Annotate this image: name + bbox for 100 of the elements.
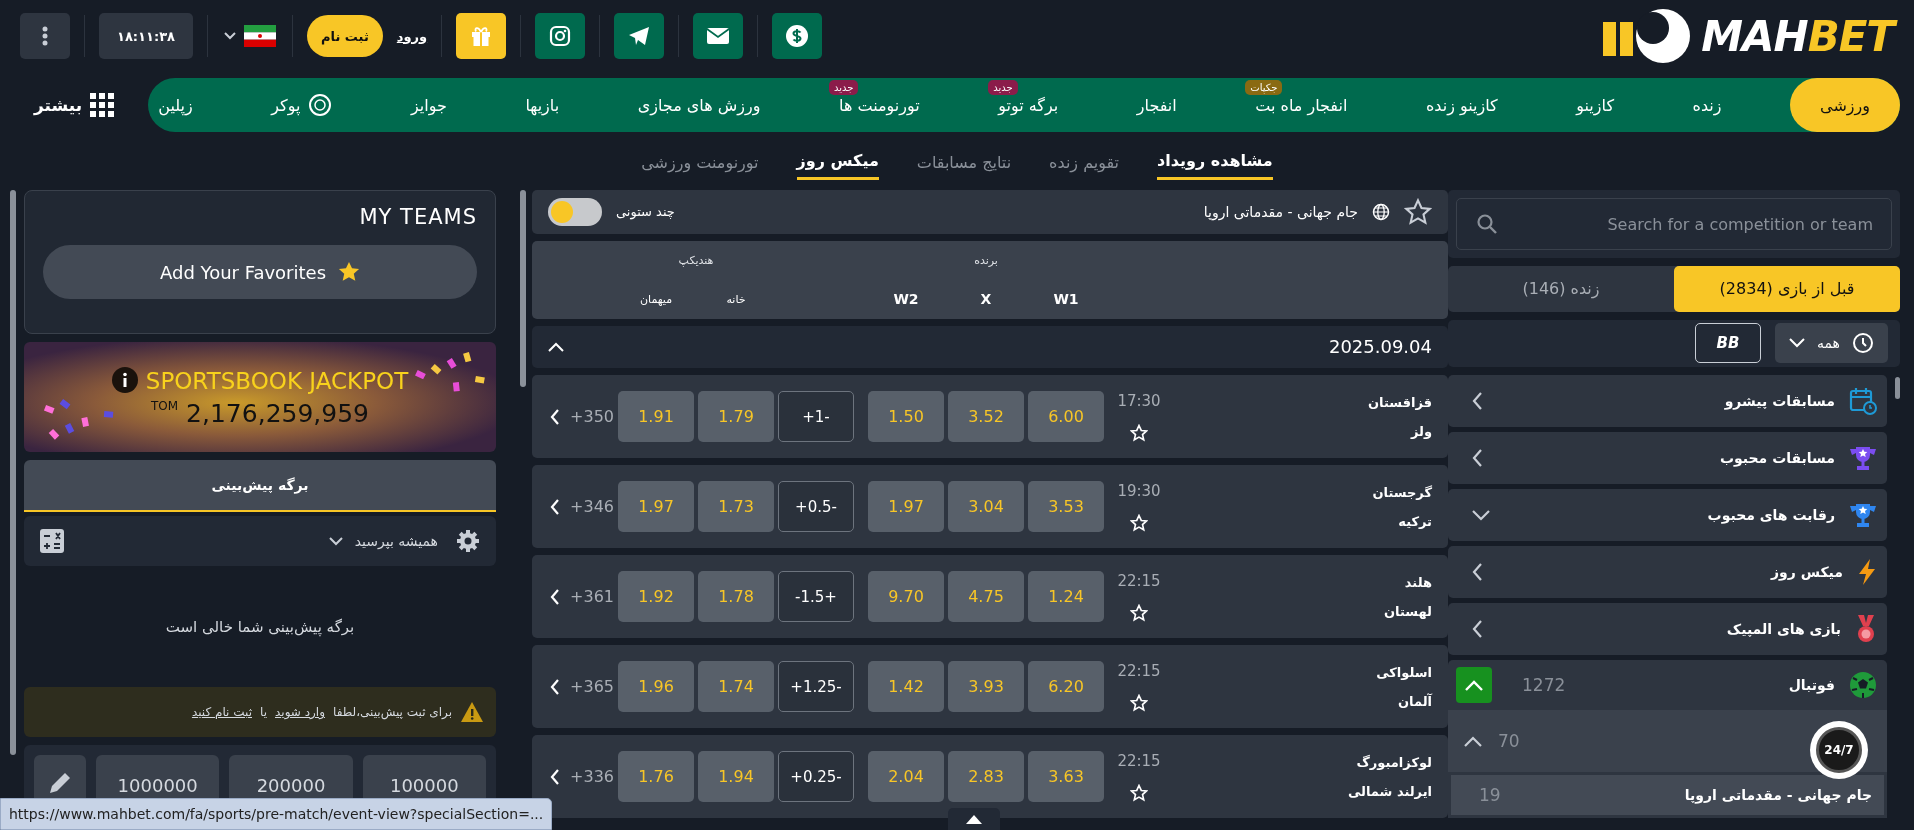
scrollbar-thumb[interactable] — [1895, 377, 1900, 399]
menu-button[interactable] — [20, 13, 70, 59]
clock-icon — [1852, 332, 1874, 355]
odds-button[interactable]: 4.75 — [948, 571, 1024, 622]
nav-badge: جدید — [829, 80, 859, 95]
nav-tab[interactable]: کازینو زنده — [1415, 78, 1508, 132]
register-button[interactable]: ثبت نام — [307, 15, 383, 57]
odds-button[interactable]: 1.97 — [868, 481, 944, 532]
handicap-value[interactable]: -1.25+ — [778, 661, 854, 712]
language-dropdown[interactable] — [222, 23, 278, 49]
sub-tab[interactable]: میکس روز — [796, 144, 879, 180]
instagram-button[interactable] — [535, 13, 586, 59]
chevron-left-icon — [550, 588, 561, 605]
category-item[interactable]: میکس روز — [1448, 546, 1887, 598]
sub-tab[interactable]: نتایج مسابقات — [916, 144, 1012, 180]
nav-tab[interactable]: زپلین — [148, 78, 203, 132]
sub-tab[interactable]: مشاهده رویداد — [1157, 144, 1273, 180]
odds-setting-dropdown[interactable]: همیشه بپرسید — [322, 532, 444, 550]
chevron-up-icon[interactable] — [548, 341, 564, 352]
nav-tab[interactable]: ورزش های مجازی — [627, 78, 771, 132]
odds-button[interactable]: 2.04 — [868, 751, 944, 802]
nav-tab[interactable]: جدید تورنومنت ها — [829, 78, 930, 132]
nav-tab[interactable]: جدید برگه توتو — [988, 78, 1069, 132]
odds-button[interactable]: 1.91 — [618, 391, 694, 442]
sub-tab[interactable]: تقویم زنده — [1049, 144, 1120, 180]
grid-icon — [90, 93, 115, 117]
telegram-button[interactable] — [614, 13, 665, 59]
odds-button[interactable]: 3.53 — [1028, 481, 1104, 532]
nav-tab[interactable]: بازیها — [515, 78, 570, 132]
odds-button[interactable]: 1.50 — [868, 391, 944, 442]
add-favorites-button[interactable]: Add Your Favorites — [43, 245, 477, 299]
calculator-icon[interactable] — [40, 529, 64, 553]
nav-tab[interactable]: زنده — [1682, 78, 1732, 132]
multi-column-toggle[interactable] — [548, 197, 602, 226]
login-link[interactable]: وارد شوید — [275, 705, 325, 719]
odds-button[interactable]: 6.20 — [1028, 661, 1104, 712]
team-name: هلند — [1403, 574, 1432, 590]
mode-tab[interactable]: زنده (146) — [1448, 266, 1674, 312]
odds-button[interactable]: 1.79 — [698, 391, 774, 442]
odds-button[interactable]: 2.83 — [948, 751, 1024, 802]
category-item[interactable]: رقابت های محبوب — [1448, 489, 1887, 541]
odds-button[interactable]: 1.96 — [618, 661, 694, 712]
scrollbar-thumb[interactable] — [10, 190, 16, 755]
odds-button[interactable]: 1.74 — [698, 661, 774, 712]
gift-button[interactable] — [456, 13, 507, 59]
odds-button[interactable]: 6.00 — [1028, 391, 1104, 442]
login-link[interactable]: ورود — [396, 28, 428, 44]
betslip-tab[interactable]: برگه پیش‌بینی — [24, 460, 496, 512]
odds-button[interactable]: 3.52 — [948, 391, 1024, 442]
period-dropdown[interactable]: همه — [1775, 323, 1888, 364]
team-name: لهستان — [1383, 603, 1432, 619]
scrollbar-thumb[interactable] — [520, 190, 526, 387]
category-item[interactable]: بازی های المپیک — [1448, 603, 1887, 655]
odds-button[interactable]: 1.78 — [698, 571, 774, 622]
expand-button[interactable] — [1456, 667, 1492, 703]
nav-tab[interactable]: انفجار — [1126, 78, 1187, 132]
handicap-value[interactable]: -1+ — [778, 391, 854, 442]
nav-tab[interactable]: جوایز — [400, 78, 457, 132]
odds-button[interactable]: 1.92 — [618, 571, 694, 622]
handicap-value[interactable]: -0.25+ — [778, 751, 854, 802]
category-item[interactable]: مسابقات محبوب — [1448, 432, 1887, 484]
register-link[interactable]: ثبت نام کنید — [191, 705, 252, 719]
mail-button[interactable] — [693, 13, 744, 59]
more-markets-link[interactable]: 336+ — [542, 767, 614, 786]
handicap-value[interactable]: +1.5- — [778, 571, 854, 622]
match-time: 22:15 — [1117, 661, 1161, 680]
more-markets-link[interactable]: 346+ — [542, 497, 614, 516]
team-name: ترکیه — [1397, 513, 1432, 529]
nav-tab[interactable]: کازینو — [1566, 78, 1624, 132]
more-markets-link[interactable]: 365+ — [542, 677, 614, 696]
odds-button[interactable]: 1.94 — [698, 751, 774, 802]
odds-button[interactable]: 9.70 — [868, 571, 944, 622]
odds-button[interactable]: 3.04 — [948, 481, 1024, 532]
scroll-up-button[interactable] — [948, 808, 1000, 830]
chevron-left-icon — [1472, 392, 1483, 410]
odds-button[interactable]: 1.76 — [618, 751, 694, 802]
clock-button[interactable]: ۱۸:۱۱:۳۸ — [99, 13, 193, 59]
more-link[interactable]: بیشتر — [34, 93, 115, 117]
more-markets-link[interactable]: 350+ — [542, 407, 614, 426]
nav-tab[interactable]: جکپات انفجار ماه بت — [1245, 78, 1358, 132]
mode-tab[interactable]: قبل از بازی (2834) — [1674, 266, 1900, 312]
payment-button[interactable] — [772, 13, 823, 59]
odds-button[interactable]: 1.73 — [698, 481, 774, 532]
odds-button[interactable]: 1.97 — [618, 481, 694, 532]
search-field[interactable]: Search for a competition or team — [1456, 198, 1892, 250]
odds-button[interactable]: 3.63 — [1028, 751, 1104, 802]
bet-builder-button[interactable]: BB — [1695, 323, 1761, 364]
mail-icon — [706, 27, 731, 45]
odds-button[interactable]: 1.42 — [868, 661, 944, 712]
more-markets-link[interactable]: 361+ — [542, 587, 614, 606]
sub-tab[interactable]: تورنومنت ورزشی — [641, 144, 759, 180]
odds-button[interactable]: 3.93 — [948, 661, 1024, 712]
nav-tab[interactable]: پوکر — [261, 78, 343, 132]
medal-icon — [1855, 614, 1877, 644]
chevron-left-icon — [550, 498, 561, 515]
odds-button[interactable]: 1.24 — [1028, 571, 1104, 622]
handicap-value[interactable]: -0.5+ — [778, 481, 854, 532]
category-item[interactable]: مسابقات پیشرو — [1448, 375, 1887, 427]
star-outline-icon[interactable] — [1404, 197, 1432, 226]
nav-tab[interactable]: ورزشی — [1790, 78, 1900, 132]
